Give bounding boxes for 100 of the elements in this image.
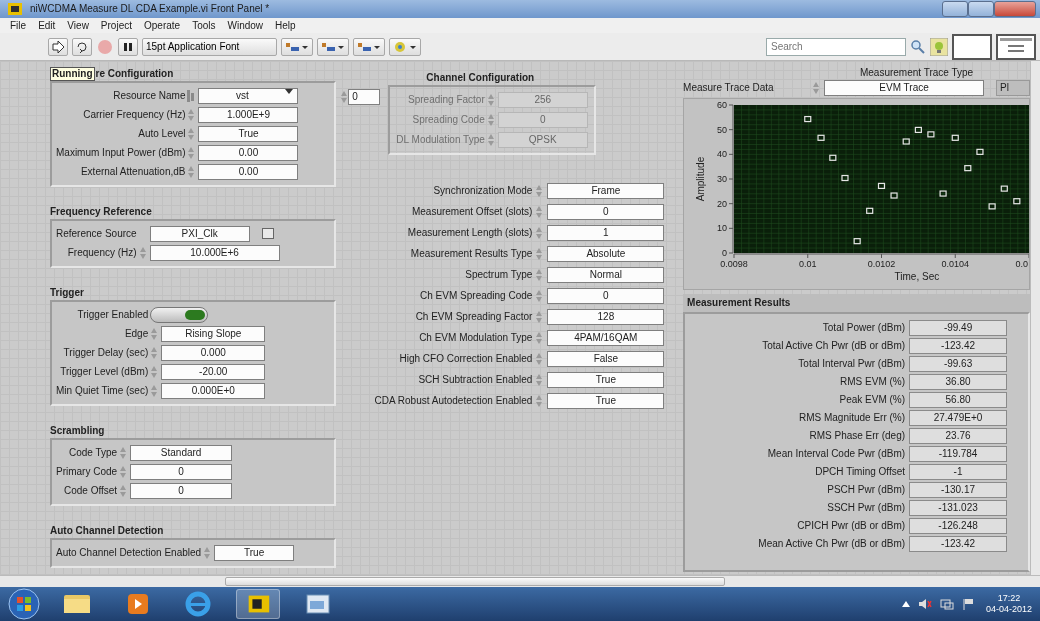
browse-button[interactable] [261, 228, 274, 240]
spin-arrows[interactable] [119, 464, 128, 479]
value-field[interactable]: 1 [547, 224, 665, 241]
value-field[interactable]: 0.00 [198, 163, 299, 180]
close-button[interactable] [994, 0, 1036, 17]
run-button[interactable] [48, 37, 68, 56]
run-continuously-button[interactable] [72, 37, 92, 56]
value-field[interactable]: 1.000E+9 [198, 106, 299, 123]
value-field[interactable]: 0.000 [161, 344, 266, 361]
toggle-switch[interactable] [150, 306, 209, 323]
value-field[interactable]: Normal [547, 266, 665, 283]
spin-arrows[interactable] [535, 372, 544, 387]
minimize-button[interactable] [942, 0, 968, 17]
spin-arrows[interactable] [535, 204, 544, 219]
array-index-field[interactable]: 0 [348, 88, 381, 105]
value-field[interactable]: Frame [547, 182, 665, 199]
connector-pane[interactable] [952, 33, 992, 60]
menu-item[interactable]: View [61, 17, 95, 33]
font-dropdown[interactable]: 15pt Application Font [142, 37, 277, 56]
spin-arrows[interactable] [150, 345, 159, 360]
pause-icon[interactable] [123, 42, 133, 53]
spin-arrows[interactable] [187, 145, 196, 160]
spin-arrows[interactable] [535, 225, 544, 240]
spin-arrows[interactable] [187, 126, 196, 141]
spin-arrows[interactable] [150, 364, 159, 379]
menu-item[interactable]: Tools [186, 17, 222, 33]
value-field[interactable]: Standard [130, 444, 233, 461]
value-field[interactable]: Rising Slope [161, 325, 266, 342]
spin-arrows[interactable] [119, 445, 128, 460]
abort-icon[interactable] [96, 38, 114, 55]
spin-arrows[interactable] [340, 89, 349, 104]
value-field[interactable]: True [198, 125, 299, 142]
labview-icon[interactable] [236, 588, 280, 619]
value-field[interactable]: 10.000E+6 [149, 244, 280, 261]
menu-item[interactable]: File [4, 17, 33, 33]
help-icon[interactable] [930, 37, 948, 56]
value-field[interactable]: 0 [547, 203, 665, 220]
resize-objects-button[interactable] [353, 37, 385, 56]
trace-type-field[interactable]: EVM Trace [824, 79, 985, 96]
spin-arrows[interactable] [535, 288, 544, 303]
value-field[interactable]: PXI_Clk [149, 225, 250, 242]
value-field[interactable]: True [547, 371, 665, 388]
spin-arrows[interactable] [150, 326, 159, 341]
value-field[interactable]: 0.00 [198, 144, 299, 161]
clock-date[interactable]: 04-04-2012 [985, 603, 1032, 615]
start-button[interactable] [8, 587, 40, 620]
value-field[interactable]: 0 [130, 463, 233, 480]
pause-button[interactable] [118, 37, 138, 56]
spin-arrows[interactable] [119, 483, 128, 498]
spin-arrows[interactable] [203, 545, 212, 560]
search-field[interactable]: Search [766, 37, 906, 56]
loop-arrow-icon[interactable] [76, 41, 88, 54]
spin-arrows[interactable] [187, 107, 196, 122]
value-field[interactable]: 0 [547, 287, 665, 304]
distribute-objects-button[interactable] [317, 37, 349, 56]
value-field[interactable]: 4PAM/16QAM [547, 329, 665, 346]
menu-item[interactable]: Edit [32, 17, 62, 33]
menu-item[interactable]: Window [221, 17, 270, 33]
menu-item[interactable]: Operate [138, 17, 187, 33]
spin-arrows[interactable] [812, 80, 821, 95]
resize-icon[interactable] [357, 41, 381, 54]
spin-arrows[interactable] [535, 309, 544, 324]
show-hidden-icon[interactable] [901, 600, 910, 607]
spin-arrows[interactable] [535, 330, 544, 345]
spin-arrows[interactable] [150, 383, 159, 398]
network-icon[interactable] [939, 597, 954, 610]
value-field[interactable]: True [547, 392, 665, 409]
menu-item[interactable]: Help [269, 17, 302, 33]
flag-icon[interactable] [961, 597, 974, 610]
field-label: Spreading Code [412, 113, 485, 128]
resource-dropdown[interactable]: vst [198, 87, 299, 104]
align-objects-button[interactable] [281, 37, 313, 56]
vi-icon[interactable] [996, 33, 1036, 60]
palette-icon[interactable] [393, 41, 417, 54]
spin-arrows[interactable] [535, 183, 544, 198]
spin-arrows[interactable] [535, 351, 544, 366]
maximize-button[interactable] [968, 0, 994, 17]
menu-item[interactable]: Project [94, 17, 138, 33]
clock-time[interactable]: 17:22 [985, 592, 1032, 604]
vertical-scrollbar[interactable] [1030, 60, 1040, 575]
plot-button[interactable]: Pl [996, 79, 1031, 96]
spin-arrows[interactable] [187, 164, 196, 179]
value-field[interactable]: -20.00 [161, 363, 266, 380]
value-field[interactable]: True [214, 544, 295, 561]
align-icon[interactable] [285, 41, 309, 54]
reorder-button[interactable] [389, 37, 421, 56]
value-field[interactable]: False [547, 350, 665, 367]
spin-arrows[interactable] [535, 393, 544, 408]
spin-arrows[interactable] [535, 246, 544, 261]
speaker-icon[interactable] [917, 597, 932, 610]
arrow-icon[interactable] [52, 41, 64, 54]
value-field[interactable]: 128 [547, 308, 665, 325]
value-field[interactable]: Absolute [547, 245, 665, 262]
distribute-icon[interactable] [321, 41, 345, 54]
search-icon[interactable] [910, 38, 926, 55]
spin-arrows[interactable] [138, 245, 147, 260]
spin-arrows[interactable] [535, 267, 544, 282]
value-field[interactable]: 0.000E+0 [161, 382, 266, 399]
value-field[interactable]: 0 [130, 482, 233, 499]
data-point [866, 207, 874, 214]
